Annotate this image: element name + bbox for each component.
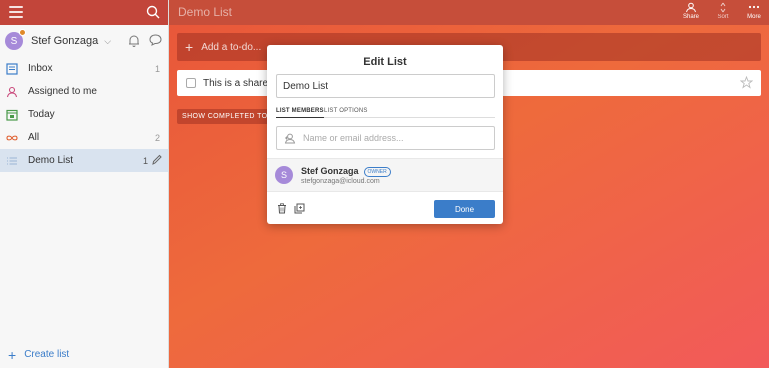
- sort-label: Sort: [717, 14, 729, 20]
- star-icon[interactable]: [740, 76, 753, 89]
- plus-icon: +: [185, 39, 194, 55]
- create-list-label: Create list: [24, 349, 70, 360]
- sidebar-item-label: Assigned to me: [28, 86, 97, 97]
- add-todo-placeholder: Add a to-do...: [201, 41, 262, 53]
- sidebar-item-assigned[interactable]: Assigned to me: [0, 80, 168, 103]
- sidebar-item-today[interactable]: Today: [0, 103, 168, 126]
- sidebar-item-label: Inbox: [28, 63, 53, 74]
- search-icon[interactable]: [146, 5, 160, 19]
- bell-icon[interactable]: [128, 34, 140, 47]
- sidebar-item-all[interactable]: All 2: [0, 126, 168, 149]
- member-search-input[interactable]: Name or email address...: [276, 126, 495, 150]
- duplicate-icon[interactable]: [294, 203, 305, 214]
- avatar: S: [275, 166, 293, 184]
- edit-list-dialog: Edit List Demo List LIST MEMBERS LIST OP…: [267, 45, 503, 224]
- chevron-down-icon: ⌵: [104, 35, 112, 46]
- member-search-placeholder: Name or email address...: [303, 133, 404, 143]
- assigned-user-icon: [6, 86, 18, 97]
- sidebar-item-demo-list[interactable]: Demo List 1: [0, 149, 168, 172]
- infinity-icon: [6, 135, 18, 140]
- tab-list-options[interactable]: LIST OPTIONS: [324, 108, 368, 114]
- sort-button[interactable]: Sort: [709, 2, 737, 20]
- calendar-icon: [6, 109, 18, 121]
- top-bar: Demo List Share Sort More: [169, 0, 769, 25]
- tab-list-members[interactable]: LIST MEMBERS: [276, 108, 324, 118]
- dialog-title: Edit List: [363, 56, 407, 68]
- notification-dot: [19, 29, 26, 36]
- list-icon: [7, 157, 17, 164]
- share-user-icon: [686, 2, 696, 13]
- sort-icon: [720, 2, 726, 13]
- pencil-icon[interactable]: [151, 154, 162, 166]
- dialog-tabs: LIST MEMBERS LIST OPTIONS: [276, 106, 495, 118]
- item-count: 1: [142, 155, 148, 166]
- user-menu[interactable]: S Stef Gonzaga ⌵: [0, 26, 168, 56]
- sidebar-item-label: Today: [28, 109, 55, 120]
- member-email: stefgonzaga@icloud.com: [301, 178, 380, 185]
- item-count: 1: [154, 63, 160, 74]
- inbox-icon: [6, 62, 18, 75]
- create-list-button[interactable]: + Create list: [8, 346, 70, 363]
- done-button[interactable]: Done: [434, 200, 495, 218]
- show-completed-button[interactable]: SHOW COMPLETED TO-: [177, 109, 272, 124]
- more-label: More: [747, 14, 761, 20]
- more-dots-icon: [748, 5, 760, 9]
- list-name-input[interactable]: Demo List: [276, 74, 495, 98]
- user-name: Stef Gonzaga: [31, 35, 99, 47]
- share-label: Share: [682, 14, 699, 20]
- owner-badge: OWNER: [363, 167, 391, 177]
- more-button[interactable]: More: [740, 2, 768, 20]
- list-title: Demo List: [178, 5, 233, 19]
- member-name: Stef Gonzaga OWNER: [301, 166, 391, 177]
- comment-icon[interactable]: [149, 34, 162, 46]
- trash-icon[interactable]: [277, 203, 287, 214]
- item-count: 2: [154, 132, 160, 143]
- sidebar-top-bar: [0, 0, 168, 25]
- add-user-icon: [284, 133, 296, 143]
- sidebar-item-label: Demo List: [28, 155, 74, 166]
- sidebar-item-label: All: [28, 132, 40, 143]
- todo-checkbox[interactable]: [186, 78, 196, 88]
- share-button[interactable]: Share: [677, 2, 705, 20]
- plus-icon: +: [8, 346, 17, 363]
- sidebar: S Stef Gonzaga ⌵ Inbox 1 Assigned to me …: [0, 0, 169, 368]
- sidebar-item-inbox[interactable]: Inbox 1: [0, 57, 168, 80]
- avatar: S: [5, 29, 26, 50]
- member-name-text: Stef Gonzaga: [301, 166, 359, 176]
- hamburger-menu-icon[interactable]: [9, 6, 23, 18]
- member-row: S Stef Gonzaga OWNER stefgonzaga@icloud.c…: [267, 158, 503, 192]
